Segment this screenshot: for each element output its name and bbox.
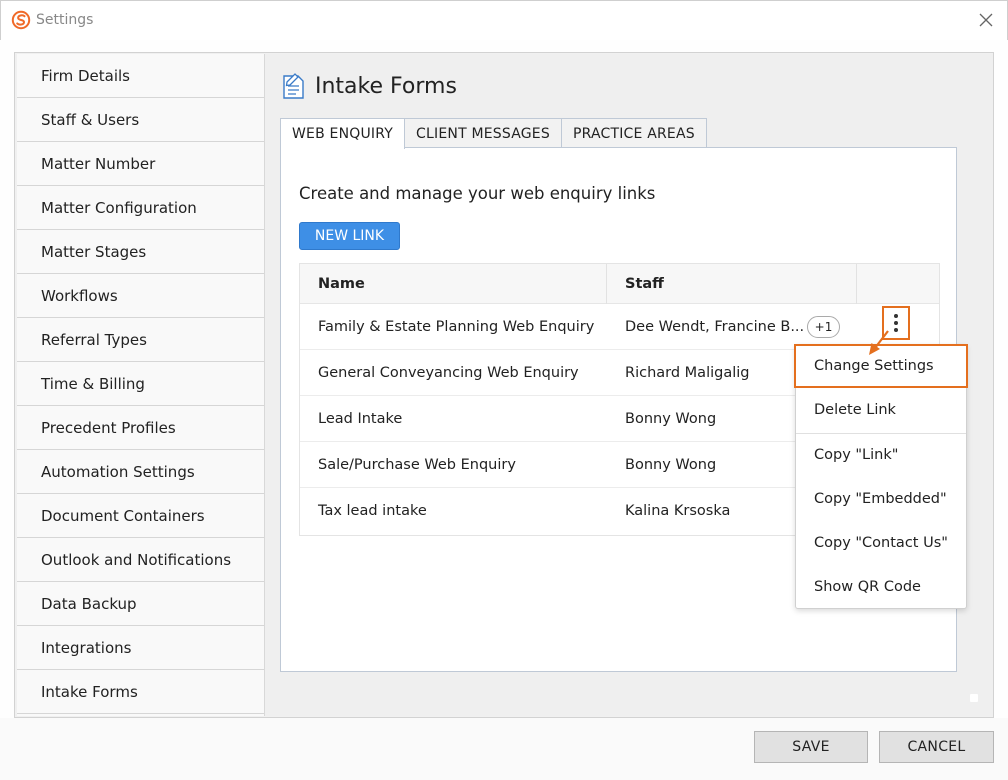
column-divider (606, 264, 607, 304)
sidebar-item-data-backup[interactable]: Data Backup (17, 582, 264, 626)
page-title: Intake Forms (315, 73, 457, 99)
sidebar-item-label: Firm Details (41, 66, 130, 85)
row-name: Lead Intake (318, 411, 403, 427)
column-divider (856, 264, 857, 304)
window-title: Settings (36, 12, 94, 28)
sidebar-item-label: Matter Stages (41, 242, 147, 261)
panel-heading: Create and manage your web enquiry links (299, 184, 656, 203)
settings-sidebar: Firm Details Staff & Users Matter Number… (17, 54, 265, 716)
column-header-name[interactable]: Name (318, 264, 365, 304)
sidebar-item-label: Workflows (41, 286, 118, 305)
row-staff: Kalina Krsoska (625, 503, 731, 519)
page-header: Intake Forms (281, 68, 457, 104)
menu-item-copy-embedded[interactable]: Copy "Embedded" (796, 477, 966, 521)
tab-practice-areas[interactable]: PRACTICE AREAS (560, 118, 707, 148)
row-staff: Bonny Wong (625, 411, 717, 427)
sidebar-item-label: Matter Number (41, 154, 156, 173)
row-staff: Dee Wendt, Francine B... (625, 319, 805, 335)
title-bar: Settings (0, 0, 1008, 40)
sidebar-item-label: Intake Forms (41, 682, 138, 701)
app-logo-icon (11, 10, 31, 30)
form-edit-icon (283, 73, 304, 99)
annotation-arrow-icon (869, 330, 889, 355)
row-staff: Richard Maligalig (625, 365, 750, 381)
sidebar-item-label: Staff & Users (41, 110, 140, 129)
sidebar-item-intake-forms[interactable]: Intake Forms (17, 670, 264, 714)
tab-client-messages[interactable]: CLIENT MESSAGES (404, 118, 562, 148)
sidebar-item-firm-details[interactable]: Firm Details (17, 54, 264, 98)
menu-item-show-qr-code[interactable]: Show QR Code (796, 565, 966, 609)
menu-item-delete-link[interactable]: Delete Link (796, 388, 966, 432)
kebab-menu-icon (894, 314, 898, 332)
dialog-footer: SAVE CANCEL (0, 718, 1008, 780)
sidebar-item-label: Time & Billing (41, 374, 145, 393)
more-staff-badge[interactable]: +1 (807, 316, 840, 338)
sidebar-item-matter-configuration[interactable]: Matter Configuration (17, 186, 264, 230)
sidebar-item-matter-stages[interactable]: Matter Stages (17, 230, 264, 274)
sidebar-item-matter-number[interactable]: Matter Number (17, 142, 264, 186)
sidebar-item-automation-settings[interactable]: Automation Settings (17, 450, 264, 494)
row-name: Tax lead intake (318, 503, 427, 519)
sidebar-item-workflows[interactable]: Workflows (17, 274, 264, 318)
sidebar-item-precedent-profiles[interactable]: Precedent Profiles (17, 406, 264, 450)
sidebar-item-referral-types[interactable]: Referral Types (17, 318, 264, 362)
menu-item-copy-contact-us[interactable]: Copy "Contact Us" (796, 521, 966, 565)
sidebar-item-label: Referral Types (41, 330, 147, 349)
column-header-staff[interactable]: Staff (625, 264, 664, 304)
row-name: General Conveyancing Web Enquiry (318, 365, 579, 381)
row-name: Sale/Purchase Web Enquiry (318, 457, 516, 473)
sidebar-item-label: Matter Configuration (41, 198, 197, 217)
sidebar-item-integrations[interactable]: Integrations (17, 626, 264, 670)
tab-bar: WEB ENQUIRY CLIENT MESSAGES PRACTICE ARE… (280, 118, 707, 149)
sidebar-item-document-containers[interactable]: Document Containers (17, 494, 264, 538)
table-header: Name Staff (300, 264, 939, 304)
tab-web-enquiry[interactable]: WEB ENQUIRY (280, 118, 406, 149)
sidebar-item-staff-users[interactable]: Staff & Users (17, 98, 264, 142)
sidebar-item-label: Outlook and Notifications (41, 550, 232, 569)
row-name: Family & Estate Planning Web Enquiry (318, 319, 595, 335)
save-button[interactable]: SAVE (754, 731, 868, 763)
close-icon[interactable] (975, 9, 997, 31)
row-staff: Bonny Wong (625, 457, 717, 473)
menu-item-copy-link[interactable]: Copy "Link" (796, 433, 966, 477)
sidebar-item-outlook-notifications[interactable]: Outlook and Notifications (17, 538, 264, 582)
sidebar-item-label: Automation Settings (41, 462, 195, 481)
sidebar-item-label: Data Backup (41, 594, 137, 613)
new-link-button[interactable]: NEW LINK (299, 222, 400, 250)
sidebar-item-label: Document Containers (41, 506, 205, 525)
row-actions-menu: Change Settings Delete Link Copy "Link" … (794, 344, 968, 609)
cancel-button[interactable]: CANCEL (879, 731, 994, 763)
sidebar-item-label: Integrations (41, 638, 132, 657)
scroll-indicator (970, 694, 978, 702)
sidebar-item-label: Precedent Profiles (41, 418, 176, 437)
sidebar-item-time-billing[interactable]: Time & Billing (17, 362, 264, 406)
